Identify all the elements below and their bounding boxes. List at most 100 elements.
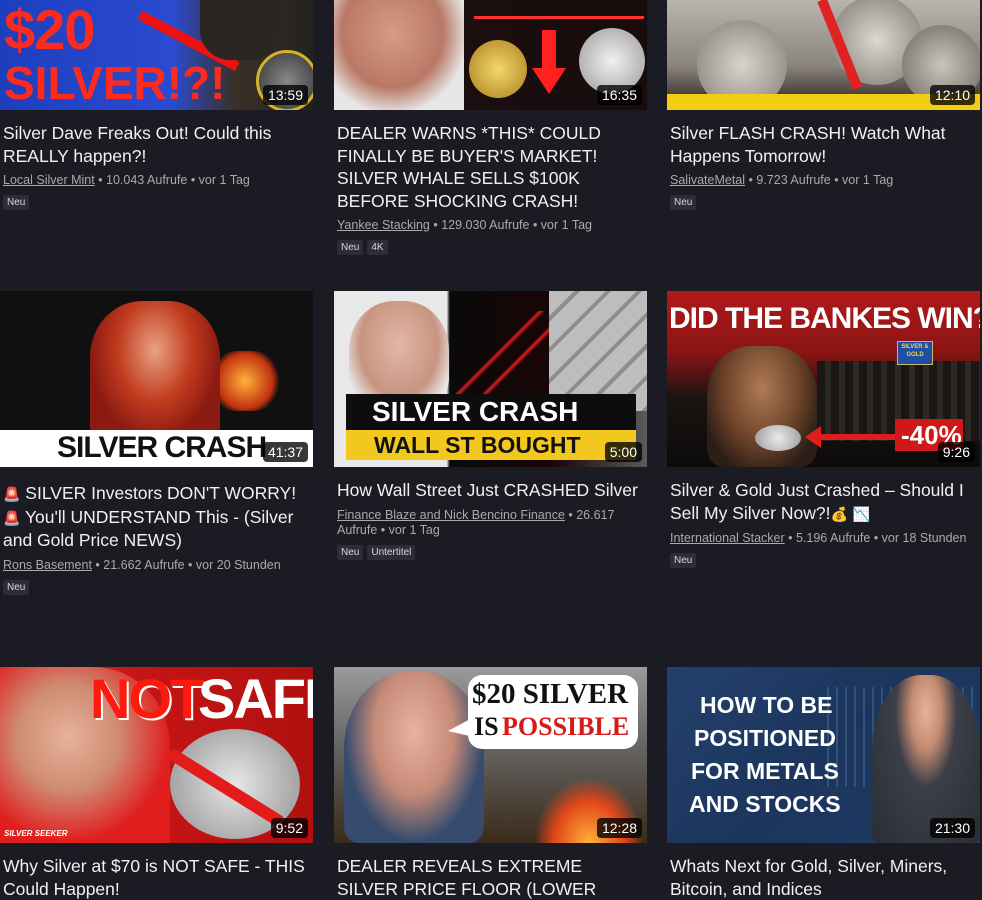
chart-down-icon: 📉	[852, 505, 871, 522]
channel-link[interactable]: Local Silver Mint	[3, 173, 95, 187]
channel-link[interactable]: Rons Basement	[3, 558, 92, 572]
video-stats: • 10.043 Aufrufe • vor 1 Tag	[94, 173, 250, 187]
channel-link[interactable]: Finance Blaze and Nick Bencino Finance	[337, 508, 565, 522]
badge-4k: 4K	[367, 240, 388, 255]
fire-image	[210, 351, 280, 411]
firefighter-image	[90, 301, 220, 441]
badge-row: Neu	[667, 195, 980, 210]
money-bag-icon: 💰	[830, 505, 848, 522]
badge-row: Neu 4K	[334, 240, 647, 255]
channel-link[interactable]: SalivateMetal	[670, 173, 745, 187]
video-title[interactable]: DEALER WARNS *THIS* COULD FINALLY BE BUY…	[334, 122, 647, 212]
red-arrow-graphic	[817, 434, 897, 440]
video-card[interactable]: SILVER CRASH 41:37 🚨 SILVER Investors DO…	[0, 291, 313, 595]
video-title[interactable]: Silver Dave Freaks Out! Could this REALL…	[0, 122, 313, 167]
person-image	[344, 672, 484, 843]
video-card[interactable]: 16:35 DEALER WARNS *THIS* COULD FINALLY …	[334, 0, 647, 255]
channel-link[interactable]: Yankee Stacking	[337, 218, 430, 232]
badge-new: Neu	[670, 195, 697, 210]
video-duration: 21:30	[929, 818, 975, 838]
badge-new: Neu	[3, 579, 30, 595]
video-thumbnail[interactable]: SILVER CRASH 41:37	[0, 291, 313, 467]
thumb-text-possible: POSSIBLE	[502, 712, 630, 741]
thumb-text-price: $20	[4, 0, 95, 61]
video-card[interactable]: SILVER CRASH WALL ST BOUGHT 5:00 How Wal…	[334, 291, 647, 560]
thumb-text-wall-st: WALL ST BOUGHT	[374, 432, 581, 458]
title-text: SILVER Investors DON'T WORRY!	[20, 483, 297, 503]
video-stats: • 9.723 Aufrufe • vor 1 Tag	[745, 173, 894, 187]
video-card[interactable]: 12:10 Silver FLASH CRASH! Watch What Hap…	[667, 0, 980, 210]
thumb-text-logo: SILVER SEEKER	[4, 829, 68, 838]
video-card[interactable]: HOW TO BE POSITIONED FOR METALS AND STOC…	[667, 667, 980, 900]
down-arrow-graphic	[542, 30, 556, 70]
red-chart-graphic	[456, 311, 551, 396]
video-thumbnail[interactable]: 16:35	[334, 0, 647, 110]
person-image	[200, 0, 280, 60]
thumb-text-silver-crash: SILVER CRASH	[57, 431, 267, 464]
video-thumbnail[interactable]: $20 SILVER!?! 13:59	[0, 0, 313, 110]
thumb-text-shop-sign: SILVER & GOLD	[901, 344, 929, 358]
down-arrow-head	[532, 68, 566, 94]
video-meta: Local Silver Mint • 10.043 Aufrufe • vor…	[0, 173, 313, 188]
video-card[interactable]: NOT SAFE SILVER SEEKER 9:52 Why Silver a…	[0, 667, 313, 900]
thumb-text-silver-crash: SILVER CRASH	[372, 396, 579, 427]
video-thumbnail[interactable]: HOW TO BE POSITIONED FOR METALS AND STOC…	[667, 667, 980, 843]
siren-icon: 🚨	[3, 509, 21, 526]
video-thumbnail[interactable]: DID THE BANKES WIN? SILVER & GOLD -40% 9…	[667, 291, 980, 467]
video-duration: 12:28	[596, 818, 642, 838]
video-card[interactable]: $20 SILVER IS POSSIBLE 12:28 DEALER REVE…	[334, 667, 647, 900]
badge-new: Neu	[337, 240, 364, 255]
gold-coin-image	[469, 40, 527, 98]
red-arrow-head	[805, 426, 821, 448]
video-duration: 12:10	[929, 85, 975, 105]
speech-bubble-tail	[448, 717, 474, 737]
video-stats: • 21.662 Aufrufe • vor 20 Stunden	[91, 557, 281, 572]
video-duration: 13:59	[262, 85, 308, 105]
video-title[interactable]: Whats Next for Gold, Silver, Miners, Bit…	[667, 855, 980, 900]
video-thumbnail[interactable]: 12:10	[667, 0, 980, 110]
thumb-text-price: $20 SILVER	[472, 678, 629, 710]
video-meta: Rons Basement • 21.662 Aufrufe • vor 20 …	[0, 558, 313, 573]
video-card[interactable]: $20 SILVER!?! 13:59 Silver Dave Freaks O…	[0, 0, 313, 210]
badge-new: Neu	[670, 553, 697, 568]
badge-subtitles: Untertitel	[367, 544, 416, 560]
video-duration: 16:35	[596, 85, 642, 105]
video-title[interactable]: Why Silver at $70 is NOT SAFE - THIS Cou…	[0, 855, 313, 900]
video-stats: • 5.196 Aufrufe • vor 18 Stunden	[784, 531, 967, 545]
title-text: Silver & Gold Just Crashed – Should I Se…	[670, 480, 964, 523]
thumb-text-headline: DID THE BANKES WIN?	[669, 302, 980, 335]
video-meta: Yankee Stacking • 129.030 Aufrufe • vor …	[334, 218, 647, 233]
thumb-text-line2: POSITIONED	[694, 725, 836, 751]
video-duration: 9:26	[937, 442, 975, 462]
siren-icon: 🚨	[3, 486, 21, 502]
badge-new: Neu	[337, 544, 364, 560]
badge-row: Neu Untertitel	[334, 544, 647, 560]
video-thumbnail[interactable]: NOT SAFE SILVER SEEKER 9:52	[0, 667, 313, 843]
video-meta: SalivateMetal • 9.723 Aufrufe • vor 1 Ta…	[667, 173, 980, 188]
thumb-text-line4: AND STOCKS	[689, 791, 841, 817]
video-stats: • 129.030 Aufrufe • vor 1 Tag	[429, 218, 592, 232]
video-title[interactable]: Silver & Gold Just Crashed – Should I Se…	[667, 479, 980, 525]
silver-bars-image	[549, 291, 647, 411]
channel-link[interactable]: International Stacker	[670, 531, 785, 545]
video-title[interactable]: How Wall Street Just CRASHED Silver	[334, 479, 647, 502]
badge-row: Neu	[0, 579, 313, 595]
thumb-text-line1: HOW TO BE	[700, 692, 833, 718]
person-image	[334, 0, 464, 110]
video-meta: International Stacker • 5.196 Aufrufe • …	[667, 531, 980, 546]
video-title[interactable]: Silver FLASH CRASH! Watch What Happens T…	[667, 122, 980, 167]
video-title[interactable]: DEALER REVEALS EXTREME SILVER PRICE FLOO…	[334, 855, 647, 900]
video-duration: 41:37	[262, 442, 308, 462]
video-thumbnail[interactable]: $20 SILVER IS POSSIBLE 12:28	[334, 667, 647, 843]
thumb-text-safe: SAFE	[198, 667, 313, 730]
video-card[interactable]: DID THE BANKES WIN? SILVER & GOLD -40% 9…	[667, 291, 980, 568]
person-image	[707, 346, 817, 467]
red-line-graphic	[474, 16, 644, 19]
thumb-text-silver: SILVER!?!	[4, 57, 226, 109]
video-duration: 5:00	[604, 442, 642, 462]
video-thumbnail[interactable]: SILVER CRASH WALL ST BOUGHT 5:00	[334, 291, 647, 467]
video-duration: 9:52	[270, 818, 308, 838]
thumb-text-is: IS	[474, 712, 499, 741]
video-title[interactable]: 🚨 SILVER Investors DON'T WORRY! 🚨 You'll…	[0, 482, 313, 552]
badge-row: Neu	[0, 195, 313, 210]
